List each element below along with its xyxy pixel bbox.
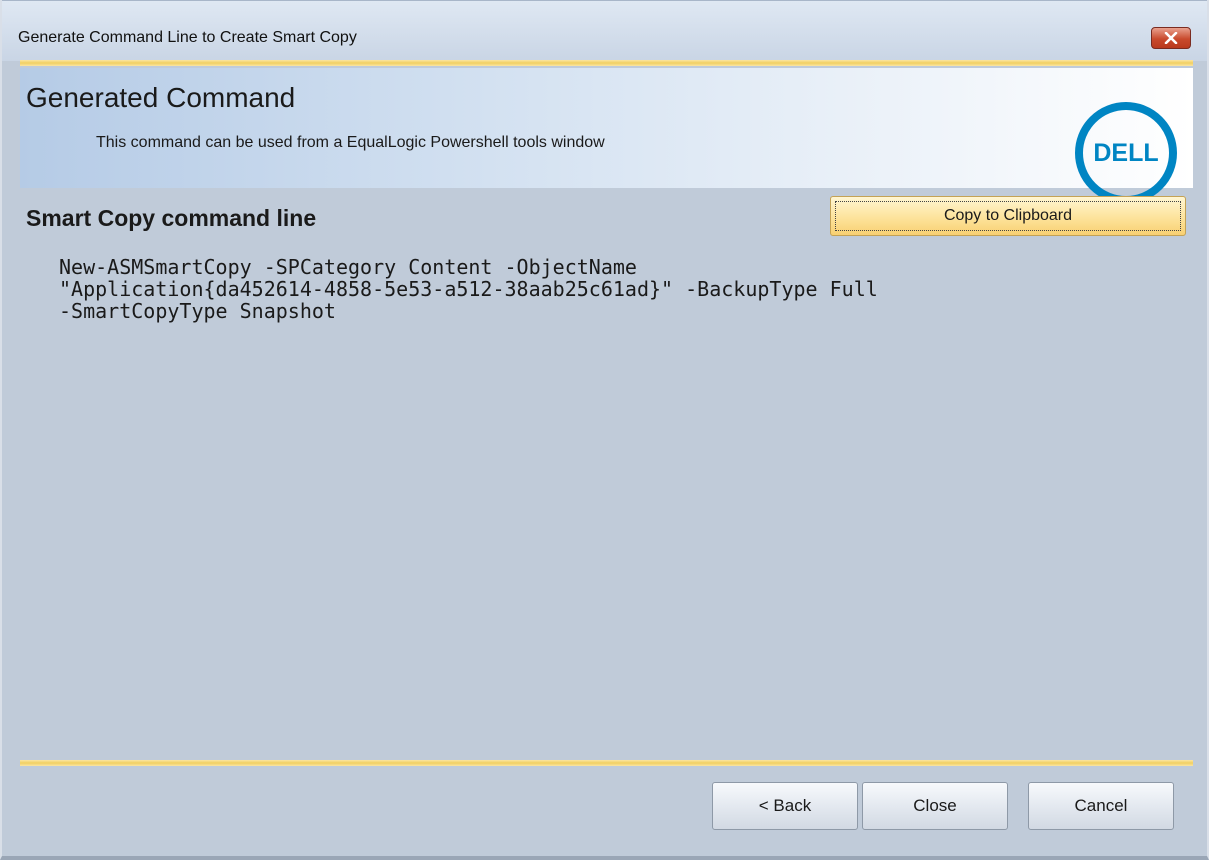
title-bar[interactable]: Generate Command Line to Create Smart Co… <box>2 0 1207 61</box>
window-title: Generate Command Line to Create Smart Co… <box>18 29 357 46</box>
dialog-window: Generate Command Line to Create Smart Co… <box>0 0 1209 860</box>
close-x-icon <box>1164 32 1178 44</box>
window-close-button[interactable] <box>1151 27 1191 49</box>
focus-ring <box>835 201 1181 231</box>
close-button[interactable]: Close <box>862 782 1008 830</box>
header-banner: Generated Command This command can be us… <box>20 68 1193 204</box>
dell-logo: DELL <box>1075 102 1177 204</box>
footer-accent-line <box>20 760 1193 766</box>
copy-to-clipboard-button[interactable]: Copy to Clipboard <box>830 196 1186 236</box>
header-accent-line <box>20 60 1193 66</box>
page-title: Generated Command <box>26 82 296 113</box>
back-button[interactable]: < Back <box>712 782 858 830</box>
command-line-text[interactable]: New-ASMSmartCopy -SPCategory Content -Ob… <box>59 256 1179 322</box>
cancel-button[interactable]: Cancel <box>1028 782 1174 830</box>
section-title: Smart Copy command line <box>26 205 317 231</box>
dell-logo-text: DELL <box>1093 139 1158 167</box>
page-subtitle: This command can be used from a EqualLog… <box>96 134 605 151</box>
